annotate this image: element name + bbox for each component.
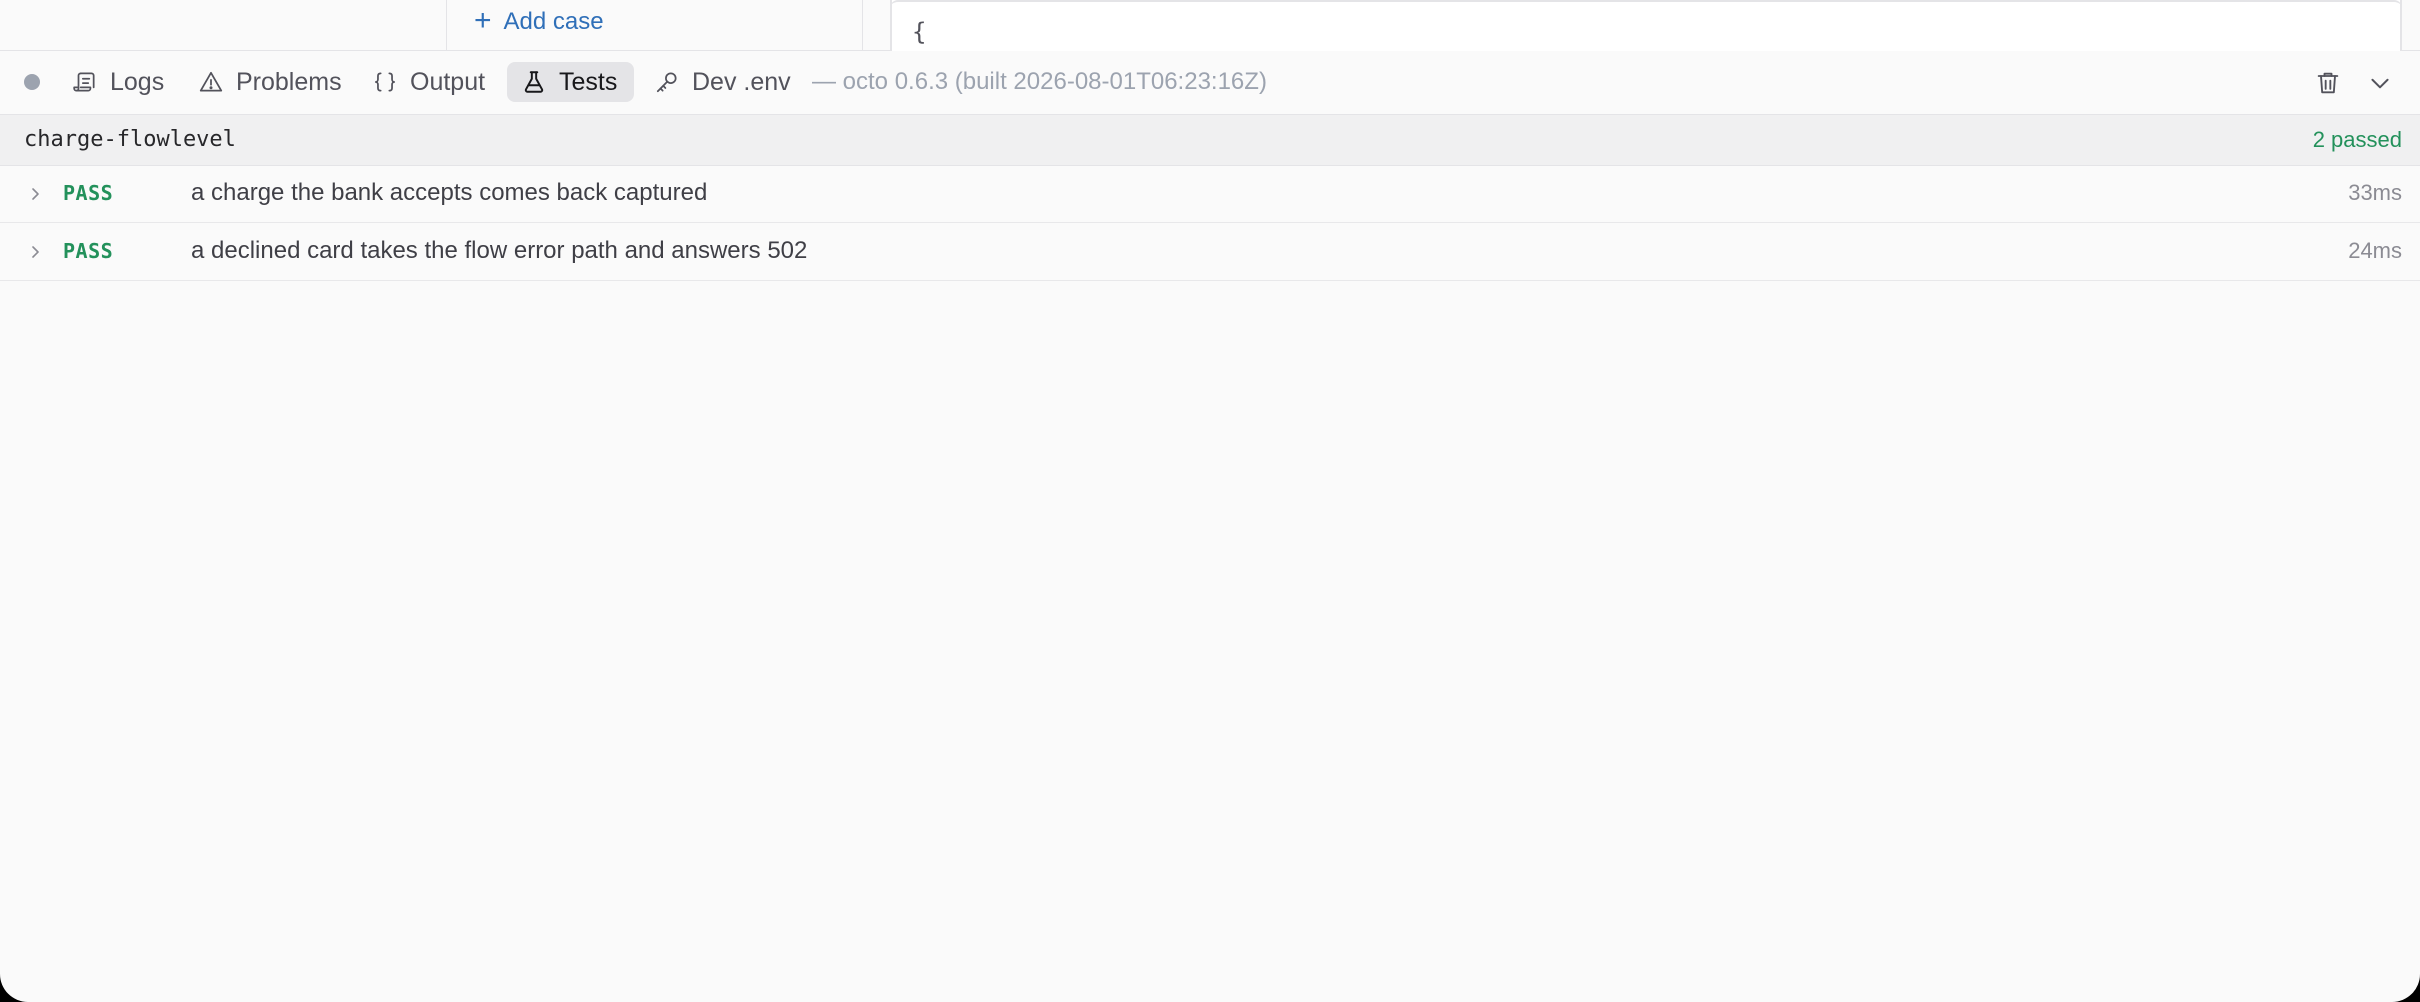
tab-problems-label: Problems: [236, 67, 342, 96]
json-text: {: [912, 18, 927, 46]
chevron-down-icon: [2371, 78, 2389, 89]
tab-logs[interactable]: Logs: [58, 62, 178, 102]
key-icon: [656, 72, 677, 93]
suite-header: charge-flowlevel 2 passed: [0, 115, 2420, 166]
test-row[interactable]: PASS a declined card takes the flow erro…: [0, 224, 2420, 281]
suite-name: charge-flowlevel: [24, 127, 236, 152]
scroll-icon: [73, 72, 95, 92]
braces-icon: [374, 72, 396, 92]
clear-button[interactable]: [2309, 64, 2347, 102]
editor-strip: + Add case {: [0, 0, 2420, 62]
suite-summary: 2 passed: [2312, 127, 2402, 152]
tab-tests-label: Tests: [559, 67, 618, 96]
tab-output[interactable]: Output: [358, 62, 499, 102]
trash-icon: [2317, 72, 2339, 94]
chevron-right-icon[interactable]: [26, 182, 46, 206]
add-case-button[interactable]: + Add case: [474, 4, 604, 40]
add-case-label: Add case: [503, 8, 604, 35]
flask-icon: [524, 71, 544, 93]
tab-tests[interactable]: Tests: [507, 62, 634, 102]
tab-logs-label: Logs: [110, 67, 165, 96]
test-duration: 33ms: [2348, 180, 2402, 205]
editor-sidebar-edge: [0, 0, 447, 50]
status-badge: PASS: [63, 181, 114, 205]
app-window: + Add case { Logs Problems Output Tests …: [0, 0, 2420, 1002]
test-title: a declined card takes the flow error pat…: [191, 237, 808, 264]
test-title: a charge the bank accepts comes back cap…: [191, 179, 708, 206]
plus-icon: +: [474, 3, 492, 37]
status-dot-icon: [24, 74, 40, 90]
status-badge: PASS: [63, 239, 114, 263]
build-info: — octo 0.6.3 (built 2026-08-01T06:23:16Z…: [812, 68, 1267, 95]
test-row[interactable]: PASS a charge the bank accepts comes bac…: [0, 166, 2420, 223]
tab-dev-env-label: Dev .env: [692, 67, 791, 96]
tab-dev-env[interactable]: Dev .env: [640, 62, 805, 102]
chevron-right-icon[interactable]: [26, 240, 46, 264]
tab-output-label: Output: [410, 67, 486, 96]
test-duration: 24ms: [2348, 238, 2402, 263]
collapse-panel-button[interactable]: [2361, 64, 2399, 102]
tab-problems[interactable]: Problems: [184, 62, 356, 102]
warning-triangle-icon: [199, 71, 223, 92]
